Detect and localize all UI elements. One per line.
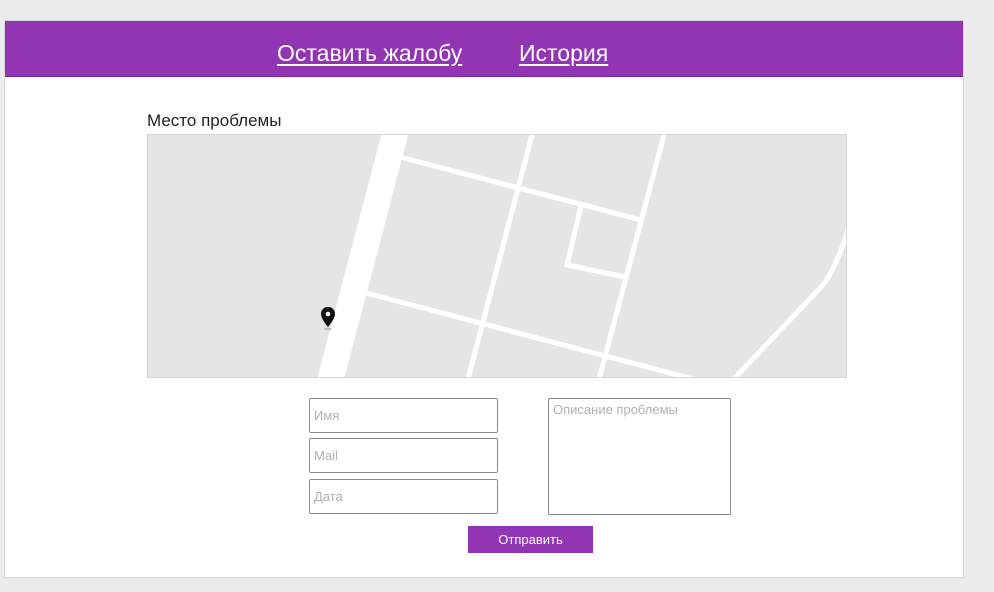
top-nav-bar: Оставить жалобу История [5,21,963,77]
map-road-v1 [465,135,535,377]
nav-link-history[interactable]: История [519,40,608,67]
name-input[interactable] [309,398,498,433]
map-road-v2 [597,135,667,377]
description-textarea[interactable] [548,398,731,515]
mail-input[interactable] [309,438,498,473]
submit-button[interactable]: Отправить [468,526,593,553]
map-road-curve [732,228,846,377]
map-road-block [563,205,626,280]
map-streets [317,135,846,377]
map-section-label: Место проблемы [147,111,282,130]
date-input[interactable] [309,479,498,514]
map-road-lower [365,290,696,377]
nav-link-complain[interactable]: Оставить жалобу [277,40,462,67]
location-map[interactable] [147,134,847,378]
app-frame: Оставить жалобу История Место проблемы И… [4,20,964,578]
map-road-main [317,135,409,377]
